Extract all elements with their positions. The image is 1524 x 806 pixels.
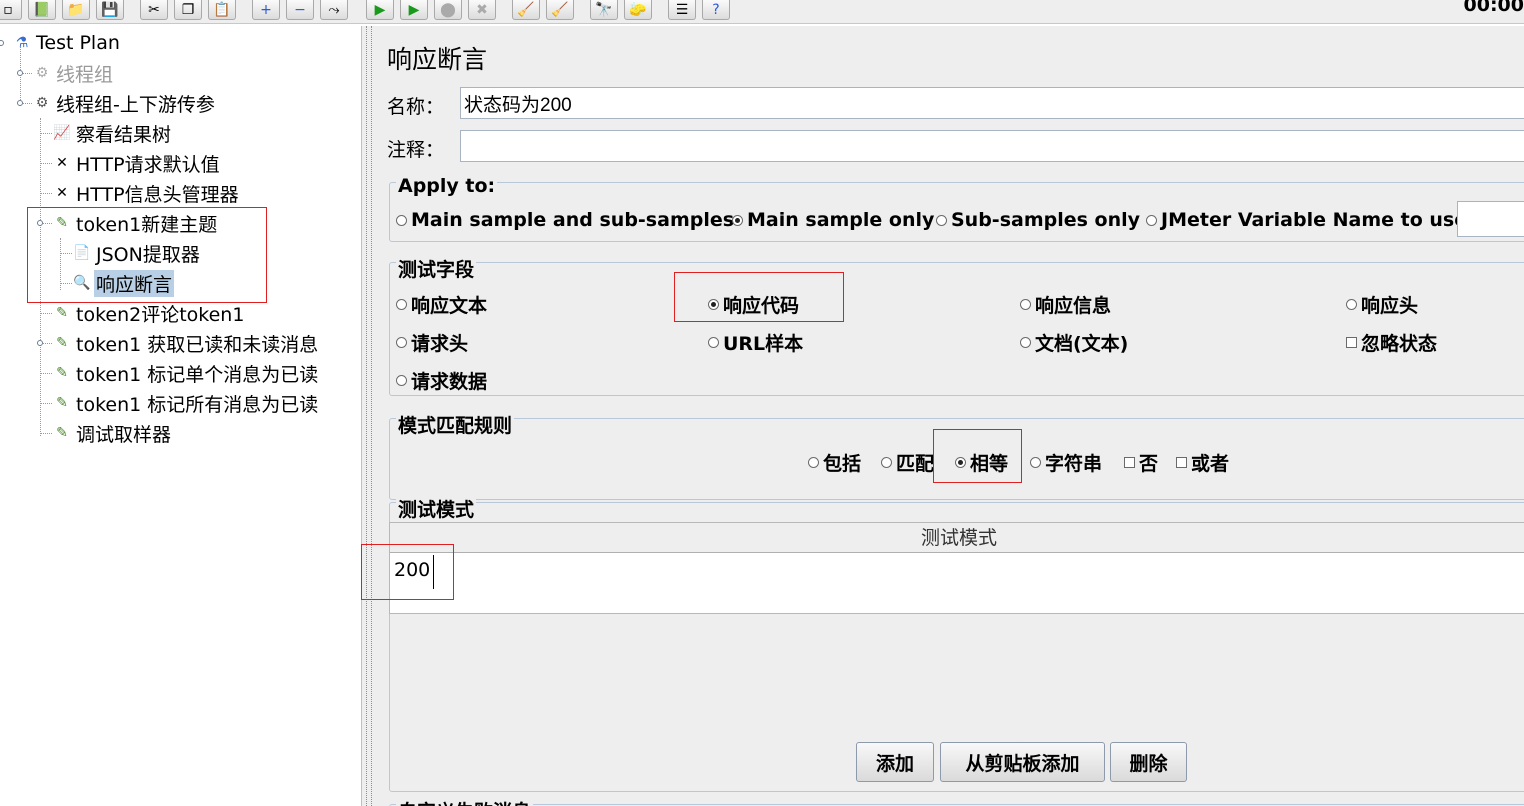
reset-search-icon[interactable]: 🧽 [624,0,652,20]
tree-item-token2-comment[interactable]: ✎ token2评论token1 [52,300,246,326]
name-field[interactable] [460,87,1524,119]
tree-item-token1-read-unread[interactable]: ✎ token1 获取已读和未读消息 [52,330,320,356]
templates-icon[interactable]: 📗 [28,0,56,20]
field-url-sampled-radio[interactable]: URL样本 [708,329,803,356]
apply-to-group: Apply to: Main sample and sub-samples Ma… [389,175,1524,242]
tree-item-view-results-tree[interactable]: 📈 察看结果树 [52,120,173,146]
rule-or-checkbox[interactable]: 或者 [1176,449,1229,476]
start-no-pause-icon[interactable]: ▶ [400,0,428,20]
toolbar: ▫ 📗 📁 💾 ✂ ❐ 📋 + − ⤳ ▶ ▶ ⬤ ✖ 🧹 🧹 🔭 🧽 ☰ ? … [0,0,1524,24]
shutdown-icon[interactable]: ✖ [468,0,496,20]
highlight-box [933,429,1022,483]
field-response-text-radio[interactable]: 响应文本 [396,291,487,318]
pipette-icon: ✎ [56,305,68,321]
paste-icon[interactable]: 📋 [208,0,236,20]
field-request-headers-radio[interactable]: 请求头 [396,329,468,356]
search-icon[interactable]: 🔭 [590,0,618,20]
apply-sub-only-radio[interactable]: Sub-samples only [936,209,1140,231]
apply-main-only-radio[interactable]: Main sample only [732,209,934,231]
chart-icon: 📈 [53,125,71,141]
tree-item-thread-group[interactable]: ⚙ 线程组-上下游传参 [32,90,217,116]
collapse-toggle[interactable] [0,40,4,46]
stop-icon[interactable]: ⬤ [434,0,462,20]
new-icon[interactable]: ▫ [0,0,22,20]
test-field-legend: 测试字段 [396,255,477,282]
copy-icon[interactable]: ❐ [174,0,202,20]
gear-icon: ⚙ [35,65,49,81]
gear-icon: ⚙ [35,95,49,111]
pipette-icon: ✎ [56,335,68,351]
clear-icon[interactable]: 🧹 [512,0,540,20]
expand-toggle[interactable] [17,70,23,76]
toggle-icon[interactable]: ⤳ [320,0,348,20]
pipette-icon: ✎ [56,395,68,411]
tree-item-debug-sampler[interactable]: ✎ 调试取样器 [52,420,173,446]
assertion-panel: 响应断言 名称： 注释： Apply to: Main sample and s… [361,26,1524,806]
delete-button[interactable]: 删除 [1110,742,1187,782]
open-icon[interactable]: 📁 [62,0,90,20]
panel-title: 响应断言 [387,45,488,74]
tree-item-thread-group-disabled[interactable]: ⚙ 线程组 [32,60,115,86]
tree-item-header-manager[interactable]: ✕ HTTP信息头管理器 [52,180,241,206]
apply-main-and-sub-radio[interactable]: Main sample and sub-samples [396,209,734,231]
pipette-icon: ✎ [56,365,68,381]
highlight-box [27,207,267,303]
highlight-box [674,272,844,322]
rule-contains-radio[interactable]: 包括 [808,449,861,476]
splitter[interactable] [361,26,375,806]
start-icon[interactable]: ▶ [366,0,394,20]
add-button[interactable]: 添加 [856,742,934,782]
field-request-data-radio[interactable]: 请求数据 [396,367,487,394]
rule-matches-radio[interactable]: 匹配 [881,449,934,476]
custom-failure-legend: 自定义失败消息 [396,797,534,806]
pipette-icon: ✎ [56,425,68,441]
field-response-headers-radio[interactable]: 响应头 [1346,291,1418,318]
highlight-box [361,544,454,600]
rule-not-checkbox[interactable]: 否 [1124,449,1158,476]
collapse-icon[interactable]: − [286,0,314,20]
elapsed-timer: 00:00 [1463,0,1524,16]
save-icon[interactable]: 💾 [96,0,124,20]
patterns-table: 测试模式 200 [389,522,1524,614]
comment-label: 注释： [387,139,445,161]
flask-icon: ⚗ [15,35,29,51]
patterns-legend: 测试模式 [396,495,477,522]
expand-toggle[interactable] [37,340,43,346]
variable-name-field[interactable] [1457,201,1524,237]
ignore-status-checkbox[interactable]: 忽略状态 [1346,329,1437,356]
apply-to-legend: Apply to: [396,175,498,197]
test-plan-tree: ⚗ Test Plan ⚙ 线程组 ⚙ 线程组-上下游传参 📈 察看结果树 ✕ … [0,26,361,806]
rule-substring-radio[interactable]: 字符串 [1030,449,1102,476]
tree-item-http-defaults[interactable]: ✕ HTTP请求默认值 [52,150,222,176]
comment-field[interactable] [460,130,1524,162]
help-icon[interactable]: ? [702,0,730,20]
field-response-message-radio[interactable]: 响应信息 [1020,291,1111,318]
collapse-toggle[interactable] [17,100,23,106]
tree-item-test-plan[interactable]: ⚗ Test Plan [12,30,122,56]
cut-icon[interactable]: ✂ [140,0,168,20]
wrench-icon: ✕ [56,155,68,171]
function-helper-icon[interactable]: ☰ [668,0,696,20]
clear-all-icon[interactable]: 🧹 [546,0,574,20]
expand-icon[interactable]: + [252,0,280,20]
tree-item-token1-mark-single[interactable]: ✎ token1 标记单个消息为已读 [52,360,320,386]
name-label: 名称： [387,96,445,118]
wrench-icon: ✕ [56,185,68,201]
patterns-column-header: 测试模式 [390,523,1524,553]
test-field-group: 测试字段 响应文本 响应代码 响应信息 响应头 请求头 URL样本 文档(文本)… [389,255,1524,396]
tree-item-token1-mark-all[interactable]: ✎ token1 标记所有消息为已读 [52,390,320,416]
field-document-text-radio[interactable]: 文档(文本) [1020,329,1128,356]
add-from-clipboard-button[interactable]: 从剪贴板添加 [940,742,1105,782]
match-rules-legend: 模式匹配规则 [396,411,515,438]
apply-variable-radio[interactable]: JMeter Variable Name to use [1146,209,1467,231]
